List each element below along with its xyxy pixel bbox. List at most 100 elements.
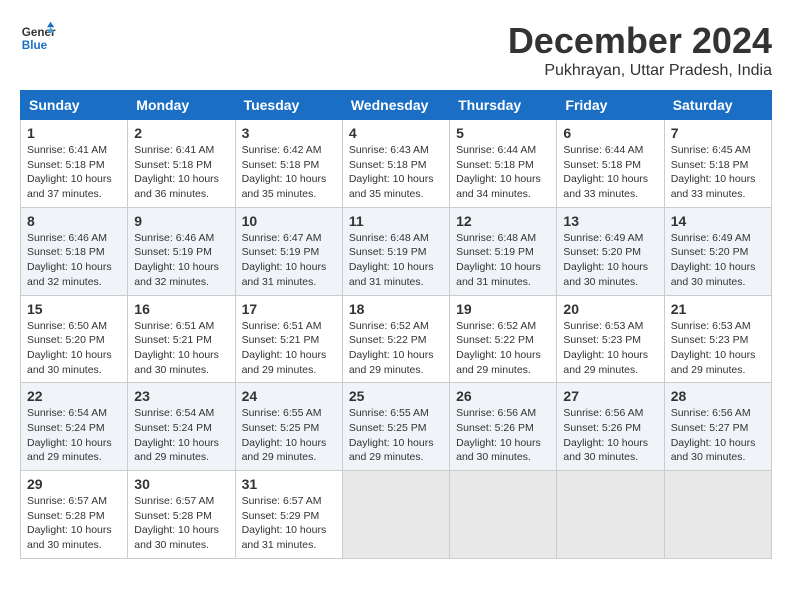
- day-number: 17: [242, 301, 336, 317]
- calendar-cell: 17 Sunrise: 6:51 AM Sunset: 5:21 PM Dayl…: [235, 295, 342, 383]
- calendar-cell: 7 Sunrise: 6:45 AM Sunset: 5:18 PM Dayli…: [664, 120, 771, 208]
- calendar-cell: 22 Sunrise: 6:54 AM Sunset: 5:24 PM Dayl…: [21, 383, 128, 471]
- day-number: 29: [27, 476, 121, 492]
- day-info: Sunrise: 6:46 AM Sunset: 5:18 PM Dayligh…: [27, 231, 121, 290]
- calendar-cell: 20 Sunrise: 6:53 AM Sunset: 5:23 PM Dayl…: [557, 295, 664, 383]
- day-info: Sunrise: 6:47 AM Sunset: 5:19 PM Dayligh…: [242, 231, 336, 290]
- day-info: Sunrise: 6:55 AM Sunset: 5:25 PM Dayligh…: [349, 406, 443, 465]
- calendar-cell: 31 Sunrise: 6:57 AM Sunset: 5:29 PM Dayl…: [235, 471, 342, 559]
- month-title: December 2024: [508, 20, 772, 62]
- day-number: 1: [27, 125, 121, 141]
- day-info: Sunrise: 6:49 AM Sunset: 5:20 PM Dayligh…: [563, 231, 657, 290]
- day-info: Sunrise: 6:50 AM Sunset: 5:20 PM Dayligh…: [27, 319, 121, 378]
- day-number: 19: [456, 301, 550, 317]
- day-number: 8: [27, 213, 121, 229]
- day-number: 12: [456, 213, 550, 229]
- title-area: December 2024 Pukhrayan, Uttar Pradesh, …: [508, 20, 772, 80]
- week-row-1: 1 Sunrise: 6:41 AM Sunset: 5:18 PM Dayli…: [21, 120, 772, 208]
- day-number: 4: [349, 125, 443, 141]
- day-number: 31: [242, 476, 336, 492]
- day-info: Sunrise: 6:48 AM Sunset: 5:19 PM Dayligh…: [349, 231, 443, 290]
- day-info: Sunrise: 6:57 AM Sunset: 5:28 PM Dayligh…: [27, 494, 121, 553]
- day-info: Sunrise: 6:52 AM Sunset: 5:22 PM Dayligh…: [349, 319, 443, 378]
- calendar-cell: [557, 471, 664, 559]
- day-info: Sunrise: 6:52 AM Sunset: 5:22 PM Dayligh…: [456, 319, 550, 378]
- calendar-cell: 27 Sunrise: 6:56 AM Sunset: 5:26 PM Dayl…: [557, 383, 664, 471]
- calendar-table: Sunday Monday Tuesday Wednesday Thursday…: [20, 90, 772, 559]
- calendar-cell: [664, 471, 771, 559]
- day-info: Sunrise: 6:45 AM Sunset: 5:18 PM Dayligh…: [671, 143, 765, 202]
- day-number: 2: [134, 125, 228, 141]
- day-number: 25: [349, 388, 443, 404]
- logo-icon: General Blue: [20, 20, 56, 56]
- calendar-cell: 16 Sunrise: 6:51 AM Sunset: 5:21 PM Dayl…: [128, 295, 235, 383]
- day-info: Sunrise: 6:54 AM Sunset: 5:24 PM Dayligh…: [134, 406, 228, 465]
- week-row-4: 22 Sunrise: 6:54 AM Sunset: 5:24 PM Dayl…: [21, 383, 772, 471]
- calendar-cell: 2 Sunrise: 6:41 AM Sunset: 5:18 PM Dayli…: [128, 120, 235, 208]
- day-number: 6: [563, 125, 657, 141]
- day-number: 21: [671, 301, 765, 317]
- svg-text:Blue: Blue: [22, 39, 48, 52]
- day-info: Sunrise: 6:41 AM Sunset: 5:18 PM Dayligh…: [27, 143, 121, 202]
- day-number: 5: [456, 125, 550, 141]
- calendar-cell: 29 Sunrise: 6:57 AM Sunset: 5:28 PM Dayl…: [21, 471, 128, 559]
- calendar-cell: 23 Sunrise: 6:54 AM Sunset: 5:24 PM Dayl…: [128, 383, 235, 471]
- col-sunday: Sunday: [21, 91, 128, 120]
- col-wednesday: Wednesday: [342, 91, 449, 120]
- calendar-cell: 18 Sunrise: 6:52 AM Sunset: 5:22 PM Dayl…: [342, 295, 449, 383]
- calendar-cell: [342, 471, 449, 559]
- calendar-cell: 21 Sunrise: 6:53 AM Sunset: 5:23 PM Dayl…: [664, 295, 771, 383]
- calendar-cell: 9 Sunrise: 6:46 AM Sunset: 5:19 PM Dayli…: [128, 207, 235, 295]
- day-number: 22: [27, 388, 121, 404]
- calendar-cell: 24 Sunrise: 6:55 AM Sunset: 5:25 PM Dayl…: [235, 383, 342, 471]
- day-number: 24: [242, 388, 336, 404]
- calendar-cell: 13 Sunrise: 6:49 AM Sunset: 5:20 PM Dayl…: [557, 207, 664, 295]
- day-info: Sunrise: 6:43 AM Sunset: 5:18 PM Dayligh…: [349, 143, 443, 202]
- day-number: 15: [27, 301, 121, 317]
- calendar-cell: 3 Sunrise: 6:42 AM Sunset: 5:18 PM Dayli…: [235, 120, 342, 208]
- day-info: Sunrise: 6:54 AM Sunset: 5:24 PM Dayligh…: [27, 406, 121, 465]
- day-number: 23: [134, 388, 228, 404]
- day-info: Sunrise: 6:49 AM Sunset: 5:20 PM Dayligh…: [671, 231, 765, 290]
- calendar-cell: 12 Sunrise: 6:48 AM Sunset: 5:19 PM Dayl…: [450, 207, 557, 295]
- day-info: Sunrise: 6:51 AM Sunset: 5:21 PM Dayligh…: [134, 319, 228, 378]
- calendar-cell: 28 Sunrise: 6:56 AM Sunset: 5:27 PM Dayl…: [664, 383, 771, 471]
- day-number: 26: [456, 388, 550, 404]
- day-number: 10: [242, 213, 336, 229]
- day-info: Sunrise: 6:53 AM Sunset: 5:23 PM Dayligh…: [563, 319, 657, 378]
- day-info: Sunrise: 6:57 AM Sunset: 5:29 PM Dayligh…: [242, 494, 336, 553]
- col-saturday: Saturday: [664, 91, 771, 120]
- day-number: 14: [671, 213, 765, 229]
- day-number: 28: [671, 388, 765, 404]
- day-number: 18: [349, 301, 443, 317]
- calendar-cell: 19 Sunrise: 6:52 AM Sunset: 5:22 PM Dayl…: [450, 295, 557, 383]
- day-info: Sunrise: 6:56 AM Sunset: 5:26 PM Dayligh…: [456, 406, 550, 465]
- day-number: 3: [242, 125, 336, 141]
- location: Pukhrayan, Uttar Pradesh, India: [508, 62, 772, 80]
- day-info: Sunrise: 6:44 AM Sunset: 5:18 PM Dayligh…: [456, 143, 550, 202]
- calendar-cell: 15 Sunrise: 6:50 AM Sunset: 5:20 PM Dayl…: [21, 295, 128, 383]
- day-number: 9: [134, 213, 228, 229]
- calendar-cell: 5 Sunrise: 6:44 AM Sunset: 5:18 PM Dayli…: [450, 120, 557, 208]
- logo: General Blue: [20, 20, 56, 56]
- calendar-cell: 11 Sunrise: 6:48 AM Sunset: 5:19 PM Dayl…: [342, 207, 449, 295]
- col-monday: Monday: [128, 91, 235, 120]
- col-friday: Friday: [557, 91, 664, 120]
- week-row-3: 15 Sunrise: 6:50 AM Sunset: 5:20 PM Dayl…: [21, 295, 772, 383]
- calendar-cell: 26 Sunrise: 6:56 AM Sunset: 5:26 PM Dayl…: [450, 383, 557, 471]
- calendar-header-row: Sunday Monday Tuesday Wednesday Thursday…: [21, 91, 772, 120]
- week-row-5: 29 Sunrise: 6:57 AM Sunset: 5:28 PM Dayl…: [21, 471, 772, 559]
- day-info: Sunrise: 6:46 AM Sunset: 5:19 PM Dayligh…: [134, 231, 228, 290]
- day-info: Sunrise: 6:55 AM Sunset: 5:25 PM Dayligh…: [242, 406, 336, 465]
- day-number: 20: [563, 301, 657, 317]
- day-info: Sunrise: 6:57 AM Sunset: 5:28 PM Dayligh…: [134, 494, 228, 553]
- day-info: Sunrise: 6:56 AM Sunset: 5:27 PM Dayligh…: [671, 406, 765, 465]
- calendar-cell: 14 Sunrise: 6:49 AM Sunset: 5:20 PM Dayl…: [664, 207, 771, 295]
- week-row-2: 8 Sunrise: 6:46 AM Sunset: 5:18 PM Dayli…: [21, 207, 772, 295]
- col-thursday: Thursday: [450, 91, 557, 120]
- day-info: Sunrise: 6:53 AM Sunset: 5:23 PM Dayligh…: [671, 319, 765, 378]
- day-number: 7: [671, 125, 765, 141]
- day-info: Sunrise: 6:44 AM Sunset: 5:18 PM Dayligh…: [563, 143, 657, 202]
- day-number: 30: [134, 476, 228, 492]
- day-number: 16: [134, 301, 228, 317]
